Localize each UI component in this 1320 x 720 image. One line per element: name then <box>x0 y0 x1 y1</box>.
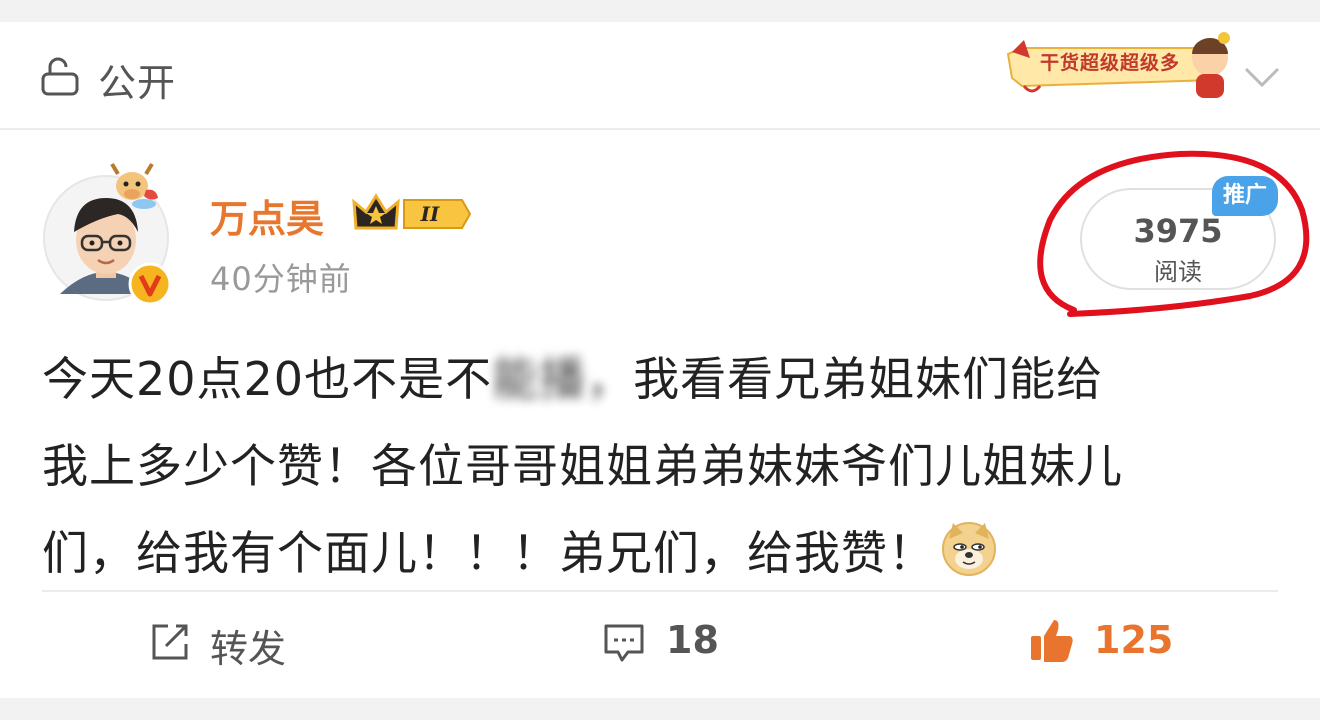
read-count: 3975 <box>1133 212 1223 250</box>
author-name[interactable]: 万点昊 <box>210 188 324 243</box>
comment-count: 18 <box>666 618 719 662</box>
thumbs-up-icon <box>1031 620 1073 662</box>
chevron-down-icon[interactable] <box>1243 64 1281 90</box>
post-text-line-1: 今天20点20也不是不能播，我看看兄弟姐妹们能给 <box>42 352 1104 406</box>
visibility-bar[interactable]: 公开 干货超级超级多 <box>0 22 1320 130</box>
repost-icon <box>152 624 188 660</box>
doge-emoji-icon <box>942 522 996 576</box>
vip-crown-icon[interactable]: II <box>352 192 472 236</box>
comment-icon <box>604 624 644 662</box>
read-label: 阅读 <box>1154 258 1202 286</box>
like-button[interactable]: 125 <box>1028 618 1178 668</box>
post-text: 今天20点20也不是不能播，我看看兄弟姐妹们能给 我上多少个赞！各位哥哥姐姐弟弟… <box>42 336 1282 597</box>
mascot-ox-icon <box>110 162 158 209</box>
repost-button[interactable]: 转发 <box>148 618 308 671</box>
post-card: 公开 干货超级超级多 万点昊 II 40分钟前 3975 阅读 推广 今天20点… <box>0 22 1320 698</box>
unlock-icon <box>41 57 79 96</box>
post-text-line-2: 我上多少个赞！各位哥哥姐姐弟弟妹妹爷们儿姐妹儿 <box>42 439 1123 493</box>
vip-level: II <box>420 202 440 226</box>
banner-text: 干货超级超级多 <box>1040 52 1181 74</box>
divider <box>42 590 1278 592</box>
repost-label: 转发 <box>210 627 287 671</box>
post-text-line-3: 们，给我有个面儿！！！弟兄们，给我赞！ <box>42 510 1282 597</box>
visibility-label: 公开 <box>98 61 177 105</box>
like-count: 125 <box>1094 618 1174 662</box>
verified-badge-icon <box>128 262 172 306</box>
blurred-text: 能播， <box>492 352 634 406</box>
post-time: 40分钟前 <box>210 260 352 298</box>
promote-tag[interactable]: 推广 <box>1212 176 1278 216</box>
comment-button[interactable]: 18 <box>602 618 722 668</box>
